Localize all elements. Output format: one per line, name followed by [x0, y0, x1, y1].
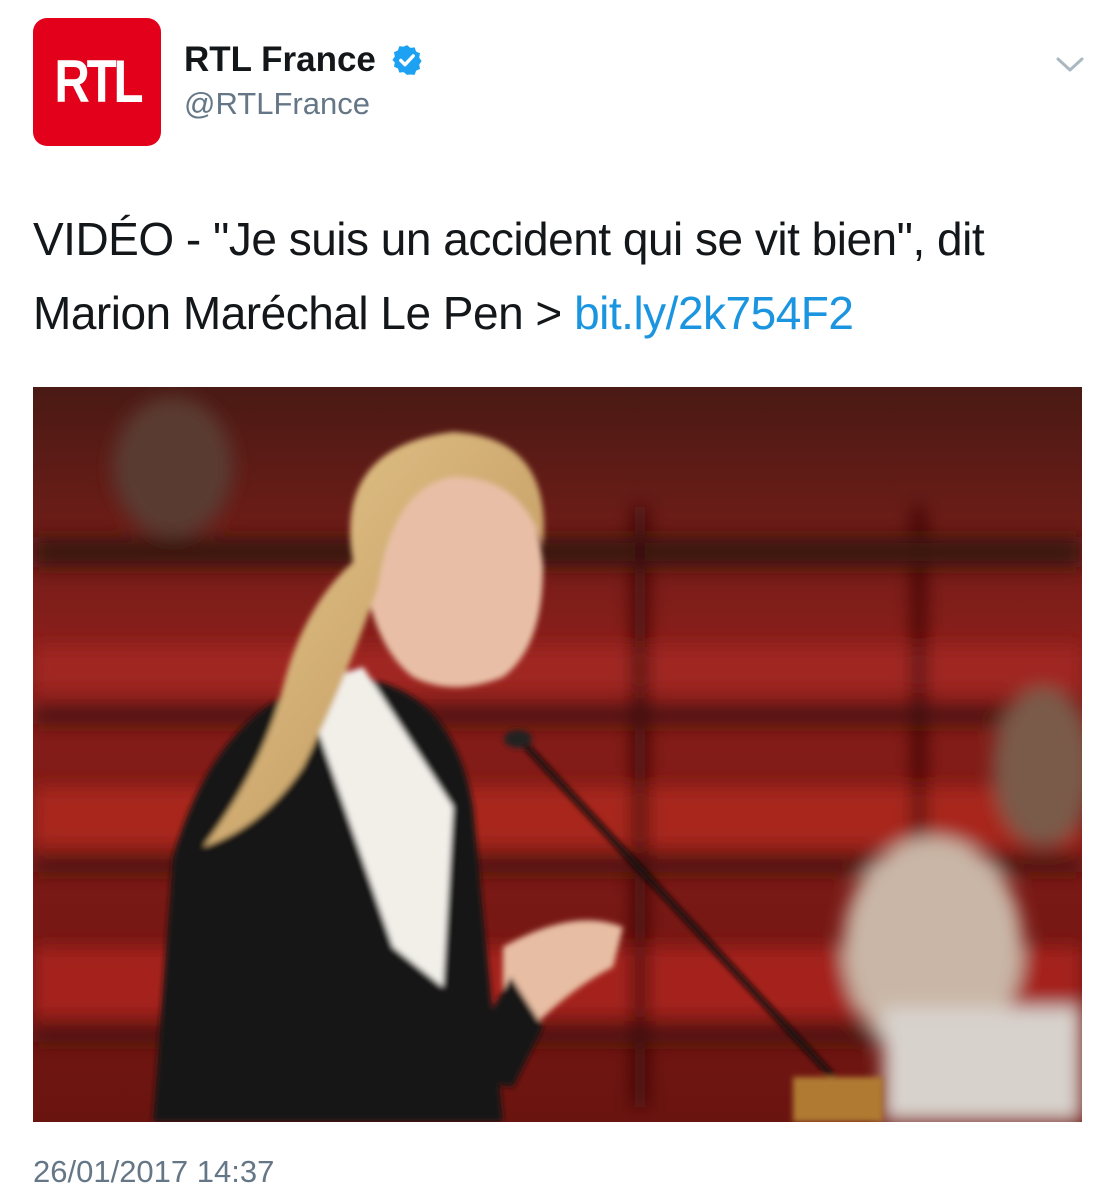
- verified-badge-icon: [390, 43, 424, 77]
- author-handle[interactable]: @RTLFrance: [184, 86, 370, 122]
- tweet-link[interactable]: bit.ly/2k754F2: [574, 287, 854, 339]
- tweet-timestamp[interactable]: 26/01/2017 14:37: [33, 1154, 274, 1190]
- chevron-down-icon[interactable]: [1054, 50, 1086, 78]
- author-name-row[interactable]: RTL France: [184, 40, 424, 80]
- avatar[interactable]: RTL: [33, 18, 161, 146]
- tweet-media-photo[interactable]: [33, 387, 1082, 1122]
- avatar-logo-text: RTL: [54, 48, 143, 115]
- tweet-text: VIDÉO - "Je suis un accident qui se vit …: [33, 202, 1083, 350]
- display-name[interactable]: RTL France: [184, 40, 376, 80]
